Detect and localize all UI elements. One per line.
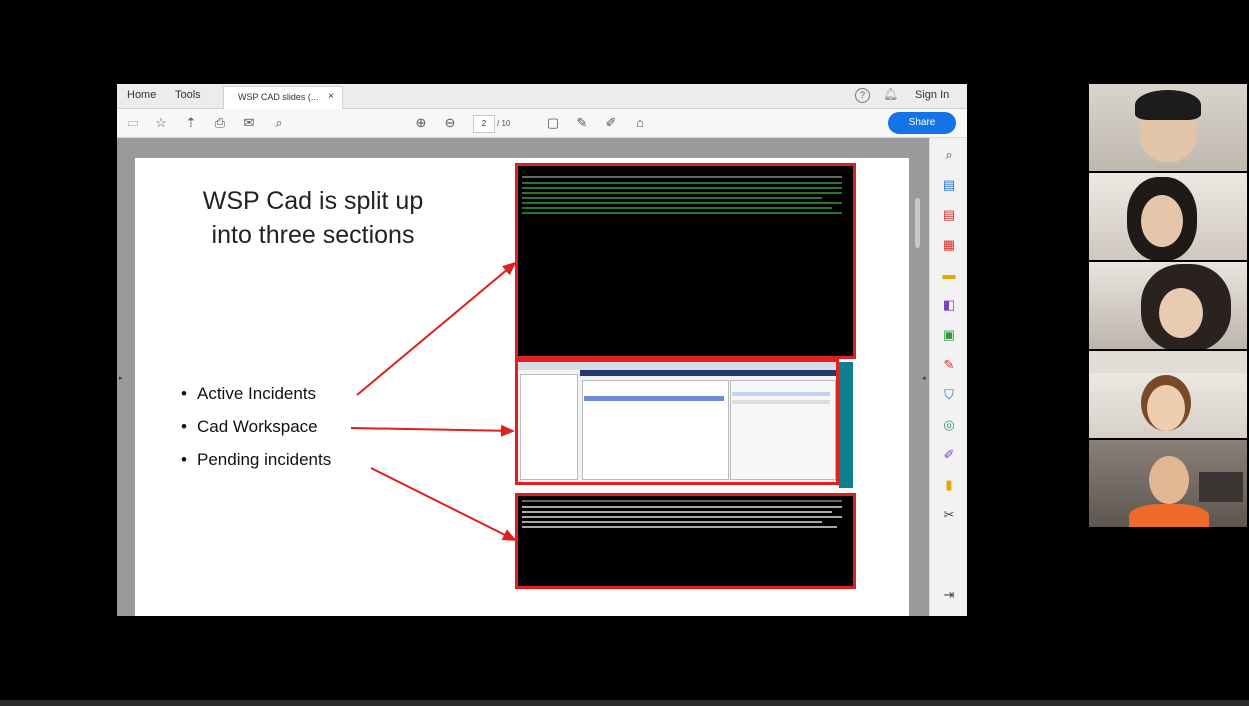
scrollbar[interactable] [915,198,920,248]
sign-in-link[interactable]: Sign In [915,89,949,101]
bottom-bar [0,700,1249,706]
pen-icon[interactable]: ✎ [574,115,590,131]
tools-pane: ◂ ⌕ ▤ ▤ ▦ ▬ ◧ ▣ ✎ ⛉ ◎ ✐ ▮ ✂ ⇥ [922,138,967,616]
page-total: / 10 [497,119,511,128]
page-number-input[interactable]: 2 [473,115,495,133]
comment-icon[interactable]: ▢ [545,115,561,131]
document-tab-label: WSP CAD slides (... [238,92,319,102]
left-panel-toggle-icon[interactable]: ▸ [119,374,123,382]
highlight-icon[interactable]: ✐ [603,115,619,131]
arrow-pending-incidents [370,467,517,541]
arrow-active-incidents [356,261,517,396]
document-tab[interactable]: WSP CAD slides (... × [223,86,343,109]
more-tools-icon[interactable]: ✂ [942,508,956,522]
comment-tool-icon[interactable]: ▬ [942,268,956,282]
zoom-search-icon[interactable]: ⌕ [271,115,287,131]
bell-icon[interactable]: 🔔︎ [883,87,898,101]
star-icon[interactable]: ☆ [153,115,169,131]
page-down-icon[interactable]: ⊖ [442,115,458,131]
fill-sign-icon[interactable]: ✎ [942,358,956,372]
scan-icon[interactable]: ◎ [942,418,956,432]
participant-video-1[interactable] [1089,84,1247,171]
create-pdf-icon[interactable]: ▤ [942,178,956,192]
page-up-icon[interactable]: ⊕ [413,115,429,131]
combine-files-icon[interactable]: ◧ [942,298,956,312]
participant-video-5[interactable] [1089,440,1247,527]
close-tab-icon[interactable]: × [328,91,334,102]
arrows-overlay [350,261,517,541]
organize-pages-icon[interactable]: ▦ [942,238,956,252]
send-sign-icon[interactable]: ✐ [942,448,956,462]
participant-video-3[interactable] [1089,262,1247,349]
toolbar: ▭ ☆ ⇡ ⎙ ✉ ⌕ ⊕ ⊖ 2 / 10 ▢ ✎ ✐ ⌂ Share [117,109,967,138]
participant-video-4[interactable] [1089,351,1247,438]
collapse-pane-icon[interactable]: ⇥ [942,588,956,602]
slide-page: WSP Cad is split up into three sections … [135,158,909,616]
right-panel-toggle-icon[interactable]: ◂ [922,374,926,382]
help-icon[interactable]: ? [855,88,870,103]
share-button[interactable]: Share [888,112,956,134]
upload-icon[interactable]: ⇡ [183,115,199,131]
mail-icon[interactable]: ✉ [241,115,257,131]
stamp-icon[interactable]: ⌂ [632,115,648,131]
pdf-viewer-window: Home Tools WSP CAD slides (... × ? 🔔︎ Si… [117,84,967,616]
print-icon[interactable]: ⎙ [212,115,228,131]
menu-home[interactable]: Home [127,89,156,101]
menu-tools[interactable]: Tools [175,89,201,101]
save-icon[interactable]: ▭ [125,115,141,131]
zoom-icon[interactable]: ⌕ [942,148,956,162]
arrow-cad-workspace [350,424,515,437]
edit-pdf-icon[interactable]: ▣ [942,328,956,342]
participant-video-2[interactable] [1089,173,1247,260]
menu-bar: Home Tools WSP CAD slides (... × ? 🔔︎ Si… [117,84,967,109]
export-pdf-icon[interactable]: ▤ [942,208,956,222]
protect-icon[interactable]: ⛉ [942,388,956,402]
send-track-icon[interactable]: ▮ [942,478,956,492]
